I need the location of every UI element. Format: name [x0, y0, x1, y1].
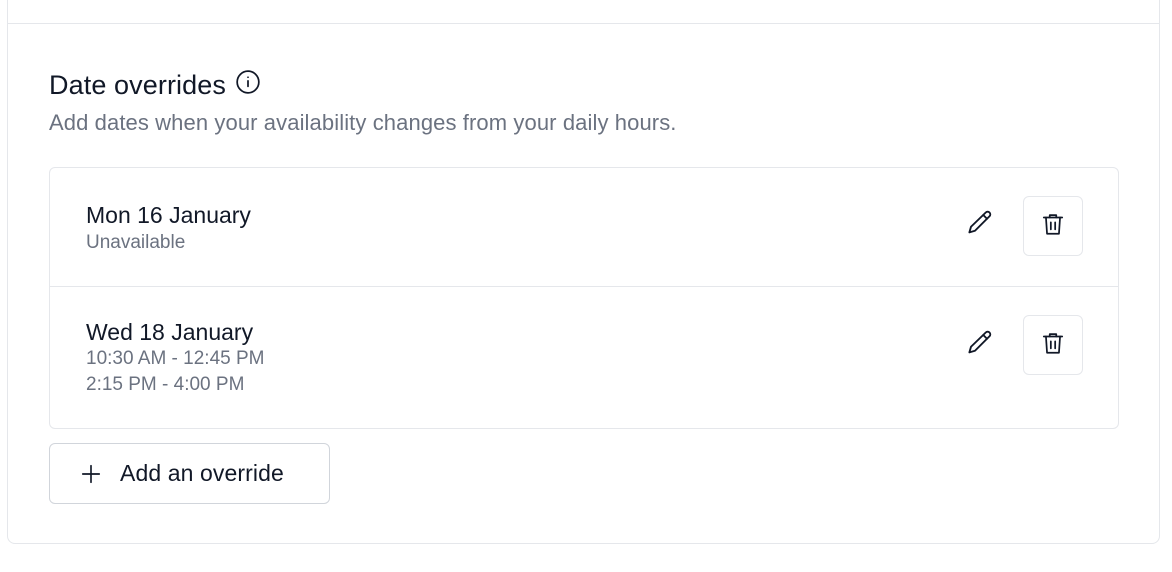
trash-icon [1040, 211, 1066, 242]
edit-override-button[interactable] [963, 328, 997, 362]
info-icon[interactable] [235, 69, 261, 95]
section-title: Date overrides [49, 69, 226, 100]
overrides-list: Mon 16 January Unavailable Wed 18 Januar… [49, 167, 1119, 429]
delete-override-button[interactable] [1023, 196, 1083, 256]
pencil-icon [965, 208, 995, 243]
override-row: Mon 16 January Unavailable [50, 168, 1118, 286]
section-heading: Date overrides [49, 68, 1119, 102]
override-row: Wed 18 January 10:30 AM - 12:45 PM 2:15 … [50, 286, 1118, 428]
plus-icon [80, 463, 102, 485]
section-subtitle: Add dates when your availability changes… [49, 110, 677, 135]
add-override-button[interactable]: Add an override [49, 443, 330, 504]
pencil-icon [965, 328, 995, 363]
delete-override-button[interactable] [1023, 315, 1083, 375]
add-override-label: Add an override [120, 460, 284, 486]
override-time-range: 2:15 PM - 4:00 PM [86, 374, 245, 395]
edit-override-button[interactable] [963, 208, 997, 242]
date-overrides-section: Date overrides Add dates when your avail… [49, 68, 1119, 136]
trash-icon [1040, 330, 1066, 361]
section-divider [7, 23, 1160, 24]
